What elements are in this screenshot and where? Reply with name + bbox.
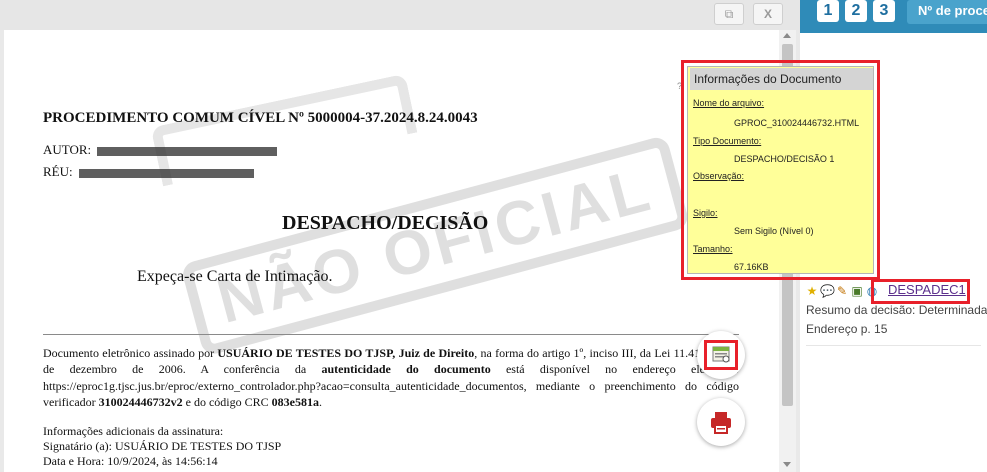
watermark: NÃO OFICIAL <box>180 134 691 357</box>
file-name-label: Nome do arquivo: <box>693 98 765 108</box>
panel-divider <box>806 345 981 346</box>
signer-name: USUÁRIO DE TESTES DO TJSP, Juiz de Direi… <box>217 346 475 360</box>
datetime-line: Data e Hora: 10/9/2024, às 14:56:14 <box>43 454 218 468</box>
tooltip-title: Informações do Documento <box>690 68 873 90</box>
redacted-defendant <box>78 168 254 178</box>
signer-line: Signatário (a): USUÁRIO DE TESTES DO TJS… <box>43 439 282 453</box>
size-label: Tamanho: <box>693 244 733 254</box>
document-info-icon[interactable]: ▣ <box>850 284 864 298</box>
observation-label: Observação: <box>693 171 745 181</box>
doc-type-label: Tipo Documento: <box>693 136 762 146</box>
verifier-code: 310024446732v2 <box>98 394 183 409</box>
file-name-value: GPROC_310024446732.HTML <box>734 118 860 128</box>
doc-type-value: DESPACHO/DECISÃO 1 <box>734 154 835 164</box>
signature-text: Documento eletrônico assinado por <box>43 346 218 360</box>
author-line: AUTOR: <box>43 142 278 158</box>
signature-paragraph: Documento eletrônico assinado por USUÁRI… <box>43 345 739 410</box>
document-actions-row: ★ 💬 ✎ ▣ ◍ <box>805 282 879 300</box>
popout-button[interactable]: ⧉ <box>714 3 744 25</box>
edit-icon[interactable]: ✎ <box>835 284 849 298</box>
authenticity-text: autenticidade do documento <box>321 362 491 377</box>
star-icon[interactable]: ★ <box>805 284 819 298</box>
page-button-1[interactable]: 1 <box>817 0 839 22</box>
defendant-line: RÉU: <box>43 164 254 180</box>
page-button-3[interactable]: 3 <box>873 0 895 22</box>
page-button-2[interactable]: 2 <box>845 0 867 22</box>
document-info-highlight <box>704 340 738 370</box>
scroll-down-arrow-icon[interactable] <box>783 462 791 467</box>
redacted-author <box>97 146 278 156</box>
secrecy-label: Sigilo: <box>693 208 718 218</box>
secrecy-value: Sem Sigilo (Nível 0) <box>734 226 814 236</box>
crc-code: 083e581a <box>271 394 319 409</box>
print-button[interactable] <box>697 398 745 446</box>
printer-icon <box>711 412 731 434</box>
signature-text: . <box>318 394 322 409</box>
signature-text: e do código CRC <box>182 394 272 409</box>
additional-info-title: Informações adicionais da assinatura: <box>43 424 224 438</box>
address-reference: Endereço p. 15 <box>806 322 888 336</box>
process-number-button[interactable]: Nº de proce <box>907 0 987 24</box>
scroll-up-arrow-icon[interactable] <box>783 33 791 38</box>
document-link[interactable]: DESPADEC1 <box>888 282 966 297</box>
modal-header <box>0 0 800 30</box>
defendant-label: RÉU: <box>43 164 73 179</box>
additional-info: Informações adicionais da assinatura: Si… <box>43 424 281 469</box>
size-value: 67.16KB <box>734 262 769 272</box>
author-label: AUTOR: <box>43 142 92 157</box>
decision-summary: Resumo da decisão: Determinada <box>806 303 987 317</box>
close-button[interactable]: X <box>753 3 783 25</box>
comment-icon[interactable]: 💬 <box>820 284 835 298</box>
process-title: PROCEDIMENTO COMUM CÍVEL Nº 5000004-37.2… <box>43 110 478 126</box>
signature-divider <box>43 334 739 335</box>
document-body: Expeça-se Carta de Intimação. <box>137 268 333 285</box>
document-heading: DESPACHO/DECISÃO <box>282 212 489 234</box>
